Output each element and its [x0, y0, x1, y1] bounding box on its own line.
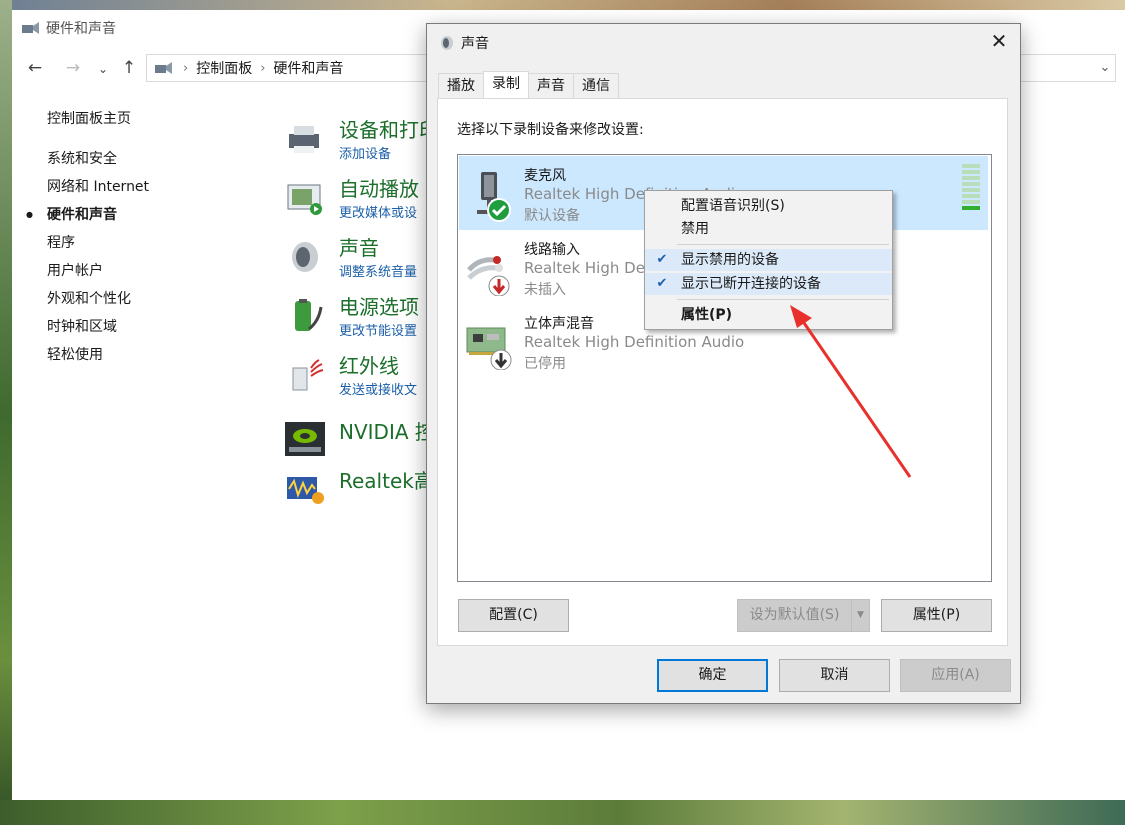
line-in-jack-icon	[467, 256, 510, 296]
sidebar-item-system-security[interactable]: 系统和安全	[47, 148, 149, 176]
menu-item-configure-speech[interactable]: 配置语音识别(S)	[645, 195, 892, 217]
device-status: 未插入	[524, 282, 566, 298]
category-title[interactable]: NVIDIA 控	[339, 416, 435, 445]
menu-separator	[677, 299, 889, 300]
sound-speaker-icon	[441, 36, 453, 50]
menu-item-disable[interactable]: 禁用	[645, 218, 892, 240]
infrared-icon	[292, 359, 324, 391]
breadcrumb-hardware-sound[interactable]: 硬件和声音	[273, 58, 343, 78]
category-link[interactable]: 调整系统音量	[339, 261, 417, 280]
microphone-icon	[477, 172, 511, 222]
sidebar: 控制面板主页 系统和安全 网络和 Internet 硬件和声音 程序 用户帐户 …	[26, 108, 149, 372]
forward-arrow-icon[interactable]: →	[62, 58, 84, 78]
properties-button[interactable]: 属性(P)	[881, 599, 992, 632]
level-meter	[962, 164, 980, 214]
breadcrumb-separator-icon: ›	[183, 60, 189, 76]
sound-dialog: 声音 ✕ 播放 录制 声音 通信 选择以下录制设备来修改设置: 麦克风 Real…	[426, 23, 1021, 704]
menu-separator	[677, 244, 889, 245]
menu-item-show-disconnected[interactable]: ✔ 显示已断开连接的设备	[645, 273, 892, 295]
category-title[interactable]: Realtek高	[339, 465, 434, 494]
address-control-panel-icon	[155, 62, 172, 74]
apply-button[interactable]: 应用(A)	[900, 659, 1011, 692]
desktop-wallpaper-left	[0, 0, 12, 825]
address-dropdown-chevron-icon[interactable]: ⌄	[1095, 55, 1115, 81]
category-link[interactable]: 更改节能设置	[339, 320, 417, 339]
context-menu: 配置语音识别(S) 禁用 ✔ 显示禁用的设备 ✔ 显示已断开连接的设备 属性(P…	[644, 190, 893, 330]
device-name: 麦克风	[524, 168, 566, 184]
sidebar-item-ease-of-access[interactable]: 轻松使用	[47, 344, 149, 372]
device-status: 已停用	[524, 356, 566, 372]
nvidia-icon	[285, 422, 325, 456]
checkmark-icon: ✔	[656, 252, 668, 267]
desktop-wallpaper-bottom	[0, 800, 1125, 825]
tab-bar: 播放 录制 声音 通信	[438, 71, 619, 99]
category-title[interactable]: 声音	[339, 232, 379, 261]
dialog-titlebar: 声音	[439, 33, 489, 53]
menu-item-show-disabled[interactable]: ✔ 显示禁用的设备	[645, 249, 892, 271]
set-default-label: 设为默认值(S)	[749, 607, 840, 623]
category-link[interactable]: 更改媒体或设	[339, 202, 417, 221]
tab-sounds[interactable]: 声音	[528, 73, 574, 98]
sidebar-item-clock-region[interactable]: 时钟和区域	[47, 316, 149, 344]
sidebar-item-hardware-sound[interactable]: 硬件和声音	[26, 204, 149, 232]
sidebar-item-network[interactable]: 网络和 Internet	[47, 176, 149, 204]
checkmark-icon: ✔	[656, 276, 668, 291]
recent-locations-chevron-icon[interactable]: ⌄	[92, 62, 114, 76]
tab-communications[interactable]: 通信	[573, 73, 619, 98]
sidebar-item-user-accounts[interactable]: 用户帐户	[47, 260, 149, 288]
set-default-button[interactable]: 设为默认值(S) ▼	[737, 599, 870, 632]
dialog-title: 声音	[461, 36, 489, 52]
sidebar-item-home[interactable]: 控制面板主页	[47, 108, 149, 136]
sound-card-icon	[466, 327, 512, 370]
configure-button[interactable]: 配置(C)	[458, 599, 569, 632]
autoplay-icon	[287, 184, 322, 215]
category-title[interactable]: 电源选项	[339, 291, 419, 320]
cancel-button[interactable]: 取消	[779, 659, 890, 692]
control-panel-icon	[22, 22, 39, 34]
category-link[interactable]: 添加设备	[339, 143, 391, 162]
menu-item-label: 显示已断开连接的设备	[681, 276, 821, 292]
tab-recording[interactable]: 录制	[483, 71, 529, 98]
close-icon[interactable]: ✕	[988, 30, 1010, 52]
control-panel-titlebar: 硬件和声音	[20, 18, 116, 38]
category-title[interactable]: 设备和打印	[339, 114, 439, 143]
ok-button[interactable]: 确定	[657, 659, 768, 692]
realtek-icon	[287, 477, 324, 504]
speaker-icon	[292, 242, 318, 272]
set-default-dropdown-icon[interactable]: ▼	[851, 600, 869, 631]
desktop-wallpaper-top	[0, 0, 1125, 10]
category-link[interactable]: 发送或接收文	[339, 379, 417, 398]
device-name: 立体声混音	[524, 316, 594, 332]
category-title[interactable]: 自动播放	[339, 173, 419, 202]
sidebar-item-programs[interactable]: 程序	[47, 232, 149, 260]
back-arrow-icon[interactable]: ←	[24, 58, 46, 78]
device-name: 线路输入	[524, 242, 580, 258]
sidebar-item-appearance[interactable]: 外观和个性化	[47, 288, 149, 316]
control-panel-title: 硬件和声音	[46, 21, 116, 37]
breadcrumb-control-panel[interactable]: 控制面板	[196, 58, 252, 78]
menu-item-properties[interactable]: 属性(P)	[645, 304, 892, 326]
up-arrow-icon[interactable]: ↑	[118, 58, 140, 78]
instruction-text: 选择以下录制设备来修改设置:	[457, 122, 644, 138]
breadcrumb-separator-icon: ›	[260, 60, 266, 76]
recording-panel: 选择以下录制设备来修改设置: 麦克风 Realtek High Definiti…	[437, 98, 1008, 646]
category-title[interactable]: 红外线	[339, 350, 399, 379]
device-driver: Realtek High Definition Audio	[524, 333, 745, 351]
menu-item-label: 显示禁用的设备	[681, 252, 779, 268]
battery-icon	[295, 299, 323, 331]
printer-icon	[289, 126, 319, 153]
device-status: 默认设备	[524, 208, 580, 224]
tab-playback[interactable]: 播放	[438, 73, 484, 98]
